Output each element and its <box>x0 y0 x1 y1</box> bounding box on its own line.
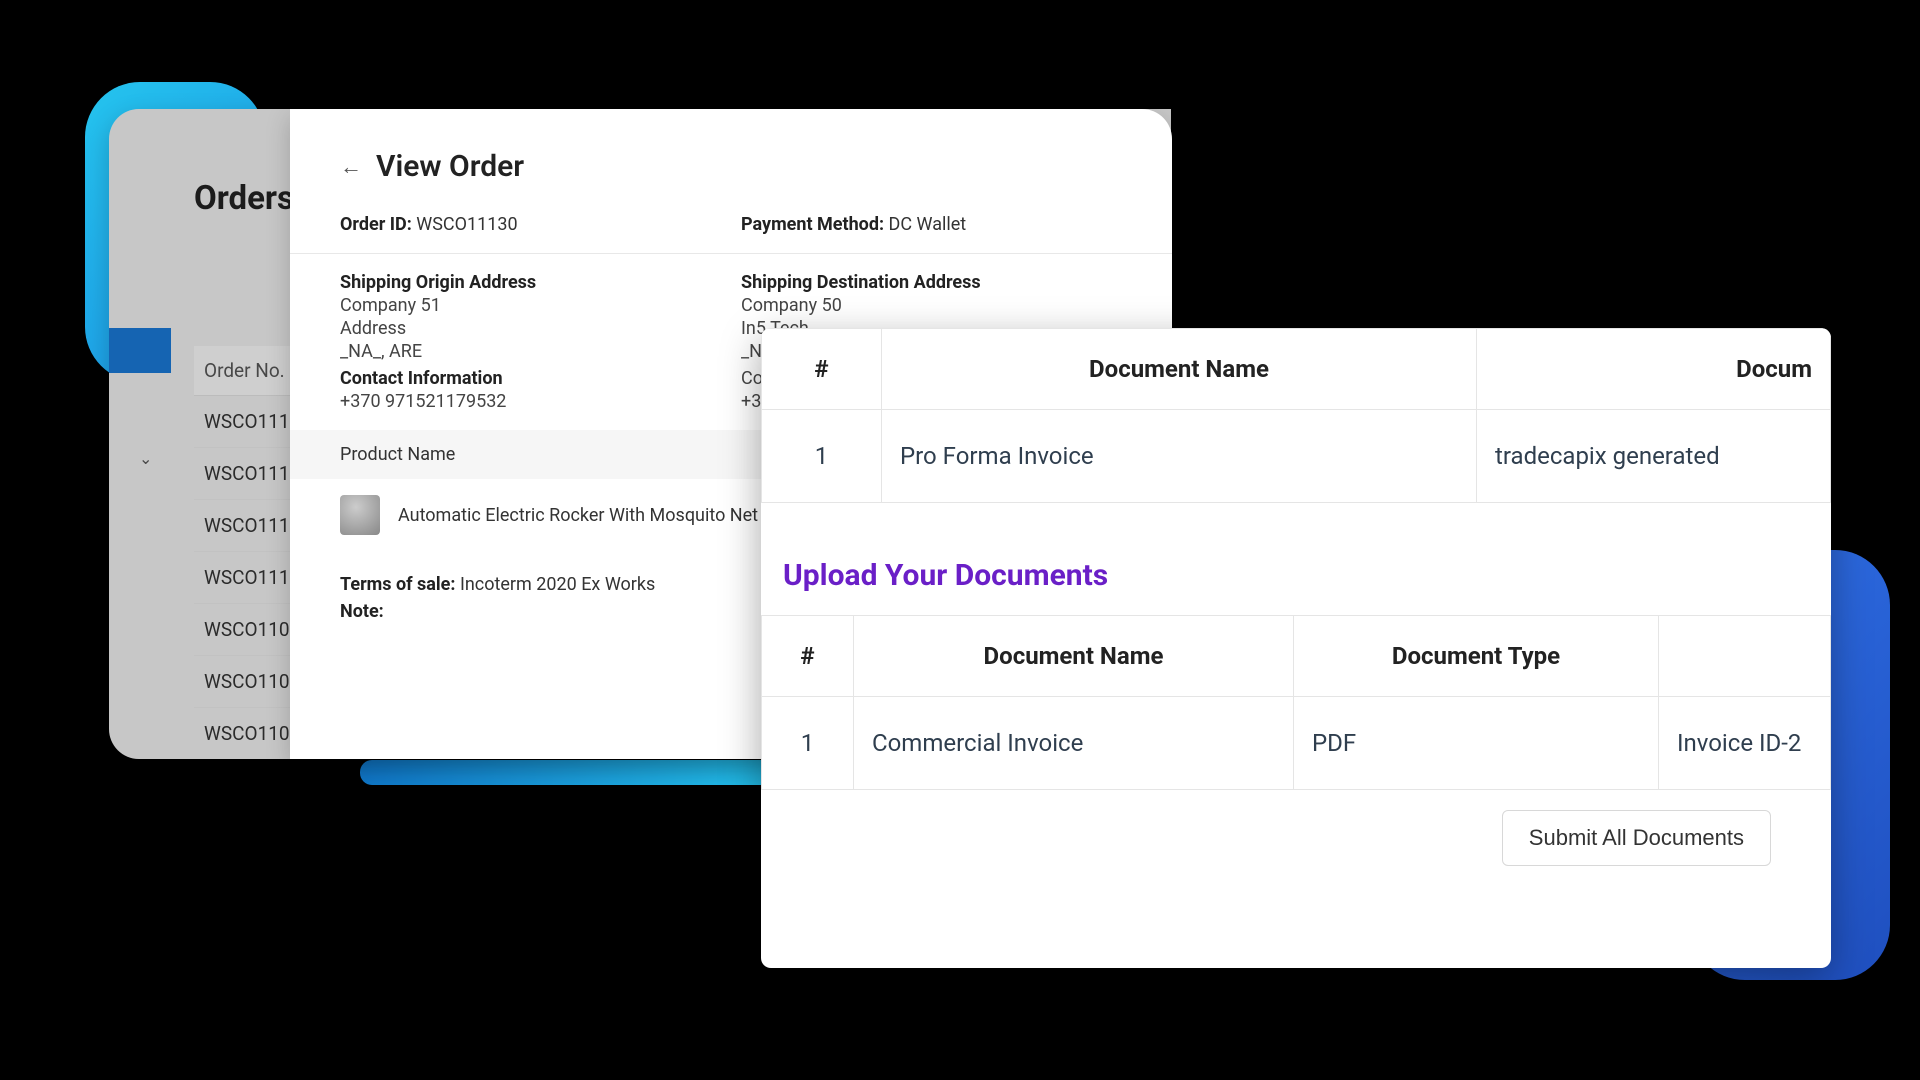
decorative-bar <box>360 760 790 785</box>
upload-documents-title: Upload Your Documents <box>761 558 1831 615</box>
order-id-label: Order ID: <box>340 214 412 235</box>
sidebar-active-indicator <box>109 328 171 373</box>
gen-row-num: 1 <box>762 410 882 503</box>
upload-row-extra: Invoice ID-2 <box>1659 697 1831 790</box>
destination-heading: Shipping Destination Address <box>741 272 1122 293</box>
origin-contact-heading: Contact Information <box>340 368 721 389</box>
payment-method-value: DC Wallet <box>889 214 967 235</box>
view-order-title: View Order <box>376 149 524 184</box>
upload-row-name: Commercial Invoice <box>854 697 1294 790</box>
orders-title: Orders <box>194 179 294 218</box>
product-name-value: Automatic Electric Rocker With Mosquito … <box>398 505 808 526</box>
divider <box>290 253 1172 254</box>
upload-col-num: # <box>762 616 854 697</box>
terms-label: Terms of sale: <box>340 574 455 595</box>
generated-documents-table: # Document Name Docum 1 Pro Forma Invoic… <box>761 328 1831 503</box>
documents-panel: # Document Name Docum 1 Pro Forma Invoic… <box>761 328 1831 968</box>
gen-col-num: # <box>762 329 882 410</box>
upload-row-type: PDF <box>1294 697 1659 790</box>
origin-phone: +370 971521179532 <box>340 391 721 412</box>
gen-row-type: tradecapix generated <box>1477 410 1831 503</box>
upload-col-name: Document Name <box>854 616 1294 697</box>
upload-row-num: 1 <box>762 697 854 790</box>
upload-document-row[interactable]: 1 Commercial Invoice PDF Invoice ID-2 <box>762 697 1831 790</box>
chevron-down-icon[interactable]: ⌄ <box>139 449 152 468</box>
origin-company: Company 51 <box>340 295 721 316</box>
gen-col-type-partial: Docum <box>1477 329 1831 410</box>
gen-row-name: Pro Forma Invoice <box>882 410 1477 503</box>
upload-documents-table: # Document Name Document Type 1 Commerci… <box>761 615 1831 790</box>
submit-all-documents-button[interactable]: Submit All Documents <box>1502 810 1771 866</box>
upload-col-extra <box>1659 616 1831 697</box>
product-thumbnail <box>340 495 380 535</box>
gen-col-name: Document Name <box>882 329 1477 410</box>
payment-method-label: Payment Method: <box>741 214 884 235</box>
destination-company: Company 50 <box>741 295 1122 316</box>
origin-heading: Shipping Origin Address <box>340 272 721 293</box>
order-id-value: WSCO11130 <box>416 214 517 235</box>
back-arrow-icon[interactable]: ← <box>340 154 362 180</box>
note-label: Note: <box>340 601 384 622</box>
upload-col-type: Document Type <box>1294 616 1659 697</box>
origin-address: Address <box>340 318 721 339</box>
origin-region: _NA_, ARE <box>340 341 721 362</box>
terms-value: Incoterm 2020 Ex Works <box>460 574 655 595</box>
generated-document-row[interactable]: 1 Pro Forma Invoice tradecapix generated <box>762 410 1831 503</box>
